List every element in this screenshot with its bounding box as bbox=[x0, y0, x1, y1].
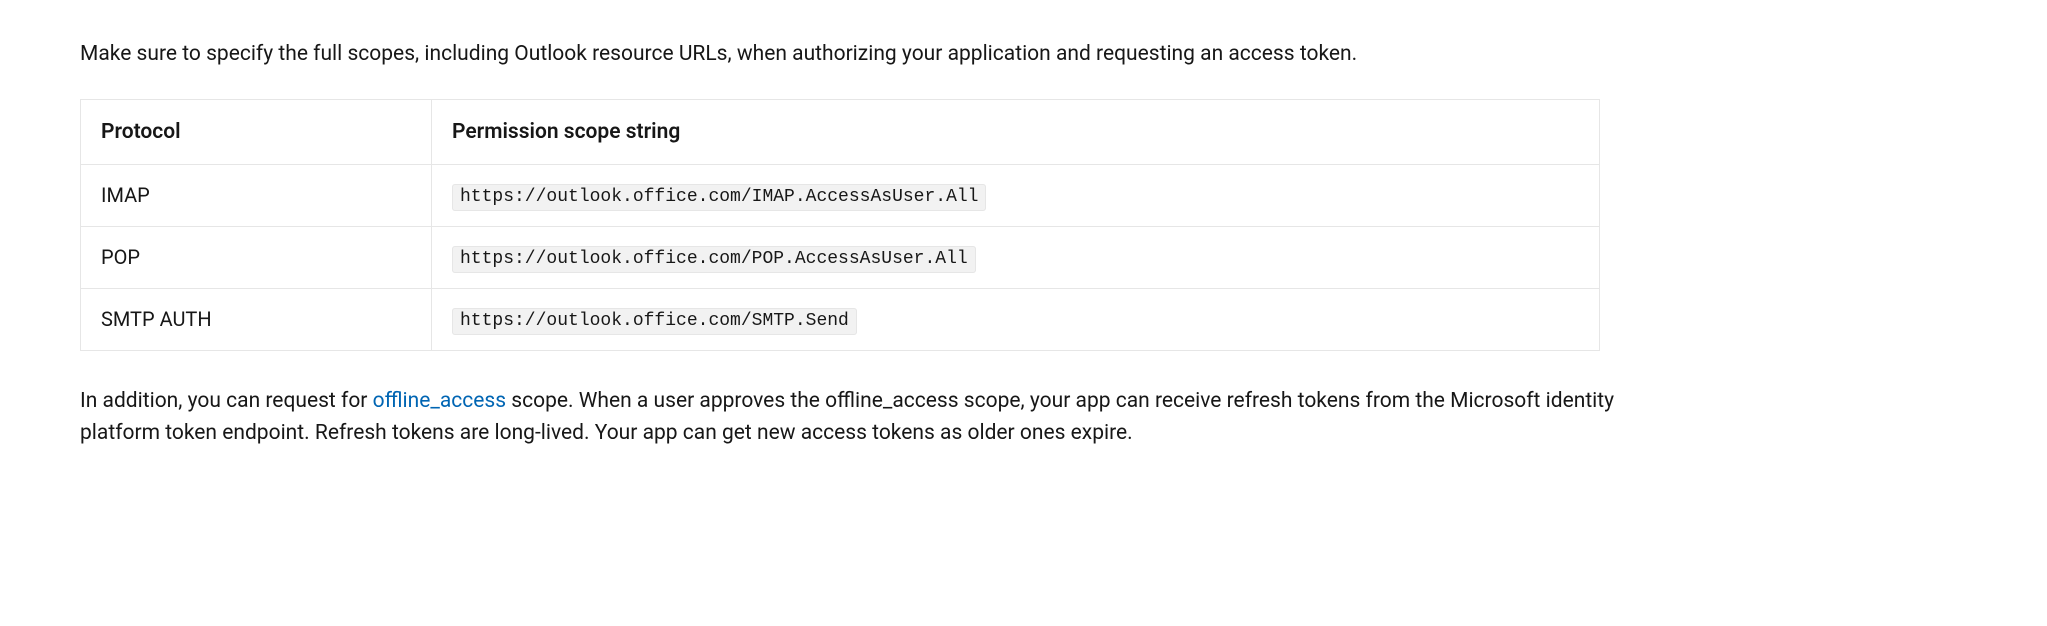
cell-scope: https://outlook.office.com/POP.AccessAsU… bbox=[432, 226, 1600, 288]
scope-code: https://outlook.office.com/POP.AccessAsU… bbox=[452, 246, 976, 273]
col-header-scope: Permission scope string bbox=[432, 99, 1600, 165]
scope-code: https://outlook.office.com/IMAP.AccessAs… bbox=[452, 184, 986, 211]
cell-scope: https://outlook.office.com/IMAP.AccessAs… bbox=[432, 165, 1600, 227]
scope-code: https://outlook.office.com/SMTP.Send bbox=[452, 308, 857, 335]
intro-paragraph: Make sure to specify the full scopes, in… bbox=[80, 38, 1640, 71]
outro-text-pre: In addition, you can request for bbox=[80, 389, 373, 413]
table-header-row: Protocol Permission scope string bbox=[81, 99, 1600, 165]
doc-page: Make sure to specify the full scopes, in… bbox=[0, 0, 1720, 518]
table-row: IMAP https://outlook.office.com/IMAP.Acc… bbox=[81, 165, 1600, 227]
cell-protocol: SMTP AUTH bbox=[81, 288, 432, 350]
cell-protocol: POP bbox=[81, 226, 432, 288]
table-row: SMTP AUTH https://outlook.office.com/SMT… bbox=[81, 288, 1600, 350]
outro-paragraph: In addition, you can request for offline… bbox=[80, 385, 1640, 450]
offline-access-link[interactable]: offline_access bbox=[373, 389, 506, 413]
scopes-table: Protocol Permission scope string IMAP ht… bbox=[80, 99, 1600, 351]
col-header-protocol: Protocol bbox=[81, 99, 432, 165]
cell-scope: https://outlook.office.com/SMTP.Send bbox=[432, 288, 1600, 350]
table-row: POP https://outlook.office.com/POP.Acces… bbox=[81, 226, 1600, 288]
cell-protocol: IMAP bbox=[81, 165, 432, 227]
